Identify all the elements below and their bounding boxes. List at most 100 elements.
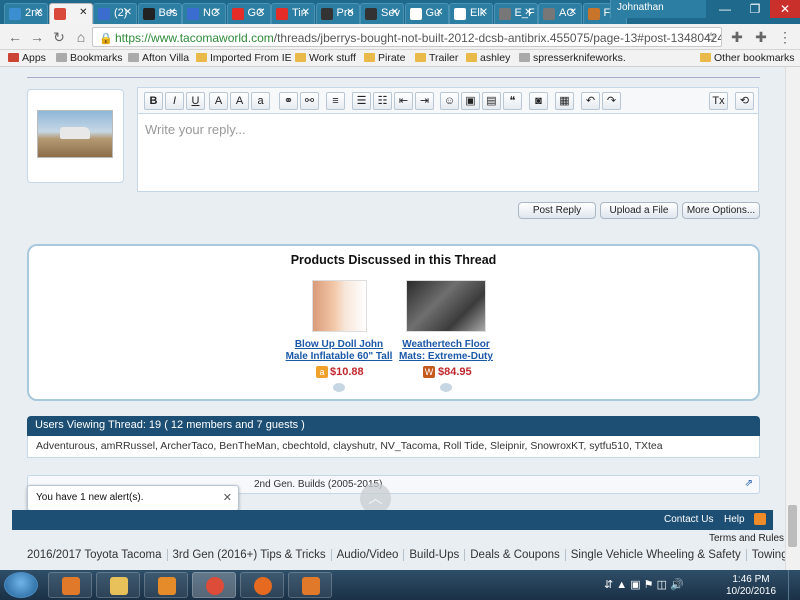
- category-link[interactable]: Deals & Coupons: [465, 549, 566, 561]
- reload-icon[interactable]: ↻: [50, 28, 68, 46]
- comment-bubble-icon[interactable]: [440, 383, 452, 392]
- help-link[interactable]: Help: [724, 514, 745, 525]
- browser-tab[interactable]: Elk ✕: [449, 3, 493, 24]
- tab-close-icon[interactable]: ✕: [435, 7, 443, 18]
- tab-close-icon[interactable]: ✕: [35, 7, 43, 18]
- bookmark-item[interactable]: Bookmarks: [56, 52, 123, 64]
- browser-tab[interactable]: Pro ✕: [315, 3, 360, 24]
- profile-button[interactable]: Johnathan: [610, 0, 706, 18]
- link-icon[interactable]: ⚭: [279, 92, 298, 110]
- tab-close-icon[interactable]: ✕: [124, 7, 132, 18]
- tab-close-icon[interactable]: ✕: [213, 7, 221, 18]
- toggle-bbcode-icon[interactable]: ⟲: [735, 92, 754, 110]
- browser-tab[interactable]: Sev ✕: [360, 3, 404, 24]
- tab-close-icon[interactable]: ✕: [168, 7, 176, 18]
- browser-tab[interactable]: 2nc ✕: [4, 3, 48, 24]
- extension-2-icon[interactable]: ✚: [752, 28, 770, 46]
- browser-tab[interactable]: NC ✕: [182, 3, 226, 24]
- product-name-doll[interactable]: Blow Up Doll John Male Inflatable 60" Tal…: [279, 339, 399, 363]
- bookmark-item[interactable]: Imported From IE: [196, 52, 292, 64]
- taskbar-app-button[interactable]: [240, 572, 284, 598]
- bookmark-item[interactable]: spresserknifeworks.: [519, 52, 626, 64]
- category-link[interactable]: 3rd Gen (2016+) Tips & Tricks: [167, 549, 332, 561]
- forward-icon[interactable]: →: [28, 28, 46, 46]
- align-icon[interactable]: ≡: [326, 92, 345, 110]
- bookmark-item[interactable]: Work stuff: [295, 52, 356, 64]
- category-link[interactable]: Build-Ups: [404, 549, 466, 561]
- comment-bubble-icon[interactable]: [333, 383, 345, 392]
- tab-close-icon[interactable]: ✕: [480, 7, 488, 18]
- contact-us-link[interactable]: Contact Us: [664, 514, 713, 525]
- post-reply-button[interactable]: Post Reply: [518, 202, 596, 219]
- scrollbar-thumb[interactable]: [788, 505, 797, 547]
- page-scrollbar[interactable]: [785, 67, 800, 570]
- product-name-floor-mats[interactable]: Weathertech Floor Mats: Extreme-Duty: [386, 339, 506, 363]
- browser-tab[interactable]: Gu ✕: [404, 3, 449, 24]
- start-button[interactable]: [4, 572, 38, 598]
- more-options-button[interactable]: More Options...: [682, 202, 760, 219]
- numbered-list-icon[interactable]: ☷: [373, 92, 392, 110]
- category-link[interactable]: Single Vehicle Wheeling & Safety: [565, 549, 747, 561]
- quote-icon[interactable]: ❝: [503, 92, 522, 110]
- bookmark-item[interactable]: Apps: [8, 52, 46, 64]
- outdent-icon[interactable]: ⇤: [394, 92, 413, 110]
- menu-icon[interactable]: ⋮: [776, 28, 794, 46]
- product-image-doll[interactable]: [312, 280, 367, 332]
- taskbar-app-button[interactable]: [288, 572, 332, 598]
- taskbar-app-button[interactable]: [192, 572, 236, 598]
- smilie-icon[interactable]: ☺: [440, 92, 459, 110]
- font-color-icon[interactable]: A: [209, 92, 228, 110]
- show-desktop-button[interactable]: [788, 570, 800, 600]
- bookmark-item[interactable]: Trailer: [415, 52, 458, 64]
- category-link[interactable]: Towing: [747, 549, 785, 561]
- category-link[interactable]: 2016/2017 Toyota Tacoma: [22, 549, 168, 561]
- browser-tab[interactable]: (2) ✕: [93, 3, 137, 24]
- clock[interactable]: 1:46 PM 10/20/2016: [719, 574, 783, 598]
- taskbar-app-button[interactable]: [48, 572, 92, 598]
- maximize-button[interactable]: ❐: [740, 0, 770, 18]
- tab-close-icon[interactable]: ✕: [391, 7, 399, 18]
- upload-file-button[interactable]: Upload a File: [600, 202, 678, 219]
- undo-icon[interactable]: ↶: [581, 92, 600, 110]
- bookmark-star-icon[interactable]: ☆: [702, 28, 720, 46]
- alert-toast[interactable]: You have 1 new alert(s). ✕: [27, 485, 239, 511]
- browser-tab[interactable]: AC ✕: [538, 3, 582, 24]
- system-tray[interactable]: ⇵ ▲ ▣ ⚑ ◫ 🔊: [604, 578, 684, 591]
- browser-tab[interactable]: GC ✕: [226, 3, 271, 24]
- bookmark-item[interactable]: Afton Villa: [128, 52, 189, 64]
- tab-close-icon[interactable]: ✕: [524, 7, 532, 18]
- bullet-list-icon[interactable]: ☰: [352, 92, 371, 110]
- product-image-floor-mats[interactable]: [406, 280, 486, 332]
- tab-close-icon[interactable]: ✕: [569, 7, 577, 18]
- home-icon[interactable]: ⌂: [72, 28, 90, 46]
- tab-close-icon[interactable]: ✕: [257, 7, 265, 18]
- unlink-icon[interactable]: ⚯: [300, 92, 319, 110]
- extension-icon[interactable]: ✚: [728, 28, 746, 46]
- category-link[interactable]: Audio/Video: [331, 549, 405, 561]
- bookmark-item[interactable]: ashley: [466, 52, 510, 64]
- address-bar[interactable]: 🔒 https://www.tacomaworld.com/threads/jb…: [92, 27, 722, 47]
- browser-tab[interactable]: E_F ✕: [493, 3, 538, 24]
- browser-tab[interactable]: ✕: [48, 3, 93, 24]
- external-link-icon[interactable]: ⇗: [745, 478, 753, 489]
- save-draft-icon[interactable]: ▦: [555, 92, 574, 110]
- indent-icon[interactable]: ⇥: [415, 92, 434, 110]
- window-close-button[interactable]: ✕: [770, 0, 800, 18]
- image-icon[interactable]: ▣: [461, 92, 480, 110]
- underline-icon[interactable]: U: [186, 92, 205, 110]
- taskbar-app-button[interactable]: [144, 572, 188, 598]
- italic-icon[interactable]: I: [165, 92, 184, 110]
- font-family-icon[interactable]: a: [251, 92, 270, 110]
- bold-icon[interactable]: B: [144, 92, 163, 110]
- bookmark-item[interactable]: Pirate: [364, 52, 405, 64]
- terms-link[interactable]: Terms and Rules: [709, 533, 784, 544]
- font-size-icon[interactable]: A: [230, 92, 249, 110]
- back-icon[interactable]: ←: [6, 28, 24, 46]
- taskbar-app-button[interactable]: [96, 572, 140, 598]
- redo-icon[interactable]: ↷: [602, 92, 621, 110]
- tab-close-icon[interactable]: ✕: [302, 7, 310, 18]
- browser-tab[interactable]: Bes ✕: [137, 3, 182, 24]
- tab-close-icon[interactable]: ✕: [79, 7, 87, 18]
- browser-tab[interactable]: Tin ✕: [271, 3, 315, 24]
- remove-format-icon[interactable]: Tx: [709, 92, 728, 110]
